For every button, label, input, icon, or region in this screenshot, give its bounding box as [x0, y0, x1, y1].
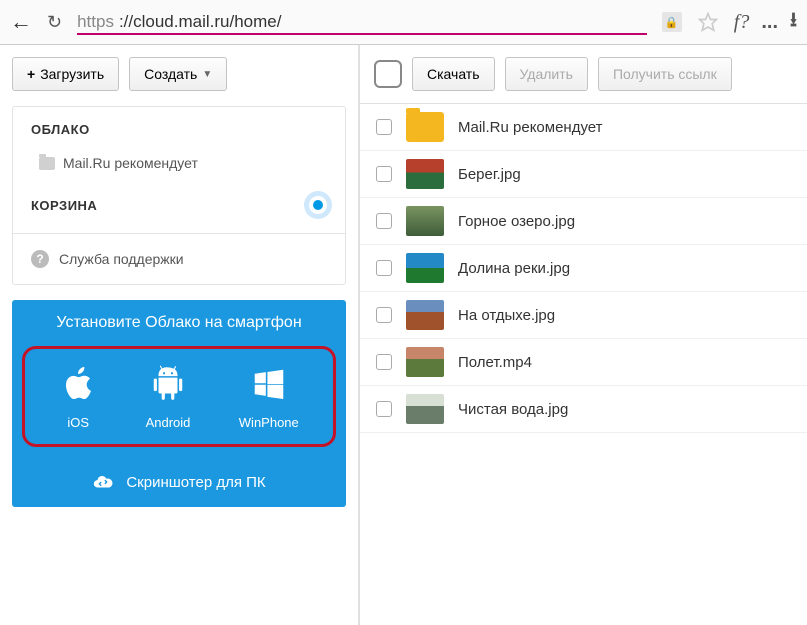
file-thumbnail: [406, 347, 444, 377]
browser-toolbar: ← ↻ https://cloud.mail.ru/home/ 🔒 f? ...…: [0, 0, 807, 45]
file-row[interactable]: Полет.mp4: [360, 339, 807, 386]
install-promo: Установите Облако на смартфон iOS Androi…: [12, 300, 346, 507]
file-row[interactable]: Берег.jpg: [360, 151, 807, 198]
file-name: Mail.Ru рекомендует: [458, 119, 603, 136]
platform-label: Android: [146, 415, 191, 430]
plus-icon: +: [27, 66, 35, 82]
create-label: Создать: [144, 66, 197, 82]
upload-button[interactable]: + Загрузить: [12, 57, 119, 91]
android-icon: [149, 365, 187, 403]
file-checkbox[interactable]: [376, 213, 392, 229]
chevron-down-icon: ▼: [202, 69, 212, 80]
folder-label: Mail.Ru рекомендует: [63, 155, 198, 171]
main-actions: Скачать Удалить Получить ссылк: [360, 45, 807, 104]
platform-android[interactable]: Android: [146, 365, 191, 430]
file-thumbnail: [406, 300, 444, 330]
back-button[interactable]: ←: [10, 9, 32, 35]
platform-label: WinPhone: [239, 415, 299, 430]
file-checkbox[interactable]: [376, 307, 392, 323]
windows-icon: [250, 365, 288, 403]
file-checkbox[interactable]: [376, 119, 392, 135]
file-row[interactable]: Mail.Ru рекомендует: [360, 104, 807, 151]
upload-label: Загрузить: [40, 66, 104, 82]
support-label: Служба поддержки: [59, 251, 184, 267]
select-all-checkbox[interactable]: [374, 60, 402, 88]
file-checkbox[interactable]: [376, 260, 392, 276]
sidebar-folder-item[interactable]: Mail.Ru рекомендует: [31, 151, 327, 181]
screenshooter-label: Скриншотер для ПК: [126, 474, 265, 491]
create-button[interactable]: Создать ▼: [129, 57, 227, 91]
download-button[interactable]: Скачать: [412, 57, 495, 91]
apple-icon: [59, 365, 97, 403]
cloud-section: ОБЛАКО Mail.Ru рекомендует КОРЗИНА ? Слу…: [12, 106, 346, 285]
delete-button[interactable]: Удалить: [505, 57, 588, 91]
url-underline: [77, 33, 647, 35]
file-list: Mail.Ru рекомендует Берег.jpg Горное озеро…: [360, 104, 807, 433]
address-bar[interactable]: https://cloud.mail.ru/home/: [77, 12, 647, 32]
more-button[interactable]: ...: [761, 11, 778, 34]
download-icon[interactable]: ⭳: [790, 5, 797, 39]
screenshooter-link[interactable]: Скриншотер для ПК: [22, 471, 336, 493]
file-row[interactable]: Чистая вода.jpg: [360, 386, 807, 433]
cloud-refresh-icon: [92, 471, 114, 493]
file-thumbnail: [406, 253, 444, 283]
platform-winphone[interactable]: WinPhone: [239, 365, 299, 430]
file-checkbox[interactable]: [376, 354, 392, 370]
file-thumbnail: [406, 394, 444, 424]
folder-icon: [406, 112, 444, 142]
file-thumbnail: [406, 159, 444, 189]
url-protocol: https: [77, 12, 114, 32]
support-link[interactable]: ? Служба поддержки: [13, 233, 345, 284]
trash-heading: КОРЗИНА: [31, 198, 97, 213]
platform-ios[interactable]: iOS: [59, 365, 97, 430]
file-row[interactable]: Горное озеро.jpg: [360, 198, 807, 245]
folder-icon: [39, 157, 55, 170]
main-panel: Скачать Удалить Получить ссылк Mail.Ru р…: [358, 45, 807, 625]
trash-radio[interactable]: [309, 196, 327, 214]
get-link-button[interactable]: Получить ссылк: [598, 57, 732, 91]
platforms-box: iOS Android WinPhone: [22, 346, 336, 447]
file-checkbox[interactable]: [376, 401, 392, 417]
platform-label: iOS: [67, 415, 89, 430]
bookmark-star-icon[interactable]: [697, 12, 719, 32]
toolbar-right: f? ... ⭳: [734, 5, 797, 39]
file-name: На отдыхе.jpg: [458, 307, 555, 324]
file-name: Чистая вода.jpg: [458, 401, 568, 418]
file-name: Горное озеро.jpg: [458, 213, 575, 230]
file-name: Полет.mp4: [458, 354, 532, 371]
lock-icon: 🔒: [662, 12, 682, 32]
reload-button[interactable]: ↻: [47, 12, 62, 33]
file-name: Долина реки.jpg: [458, 260, 570, 277]
file-row[interactable]: На отдыхе.jpg: [360, 292, 807, 339]
file-checkbox[interactable]: [376, 166, 392, 182]
help-icon: ?: [31, 250, 49, 268]
sidebar: + Загрузить Создать ▼ ОБЛАКО Mail.Ru рек…: [0, 45, 358, 625]
url-path: ://cloud.mail.ru/home/: [119, 12, 282, 32]
promo-title: Установите Облако на смартфон: [22, 314, 336, 332]
file-name: Берег.jpg: [458, 166, 521, 183]
font-button[interactable]: f?: [734, 11, 750, 34]
file-row[interactable]: Долина реки.jpg: [360, 245, 807, 292]
cloud-heading: ОБЛАКО: [31, 122, 327, 137]
file-thumbnail: [406, 206, 444, 236]
